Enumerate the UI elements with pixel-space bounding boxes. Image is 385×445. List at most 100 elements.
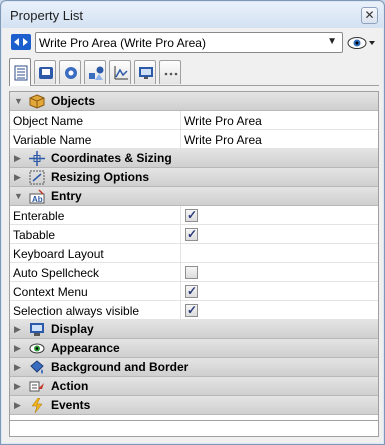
svg-text:Ab: Ab <box>32 195 43 204</box>
action-icon <box>29 381 44 392</box>
entry-icon: Ab <box>29 189 45 204</box>
collapsed-triangle-icon: ▶ <box>14 172 21 182</box>
property-grid: ▼ Objects Object Name Write Pro Area Var… <box>9 91 379 421</box>
collapsed-triangle-icon: ▶ <box>14 362 21 372</box>
group-label: Coordinates & Sizing <box>51 151 172 165</box>
check-icon: ✓ <box>187 284 198 298</box>
object-select[interactable]: Write Pro Area (Write Pro Area) ▼ <box>35 32 343 53</box>
check-icon: ✓ <box>187 303 198 317</box>
property-row-keyboard-layout[interactable]: Keyboard Layout <box>10 244 378 263</box>
group-label: Objects <box>51 94 96 108</box>
tab-disk[interactable] <box>34 60 56 84</box>
property-list-icon <box>14 65 28 81</box>
property-label: Variable Name <box>13 133 92 147</box>
gear-icon <box>65 67 77 79</box>
tab-property-list[interactable] <box>9 58 31 86</box>
resizing-icon <box>29 170 45 185</box>
property-label: Object Name <box>13 114 84 128</box>
group-entry[interactable]: ▼ Ab Entry <box>10 187 378 206</box>
close-button[interactable]: ✕ <box>361 7 378 24</box>
group-events[interactable]: ▶ Events <box>10 396 378 415</box>
property-list-window: Property List ✕ Write Pro Area (Write Pr… <box>0 0 385 445</box>
selection-visible-checkbox[interactable]: ✓ <box>185 303 198 317</box>
tab-monitor[interactable] <box>134 60 156 84</box>
window-title: Property List <box>10 8 83 23</box>
disk-icon <box>39 67 53 79</box>
appearance-eye-icon <box>29 343 45 354</box>
paint-bucket-icon <box>30 360 44 374</box>
collapsed-triangle-icon: ▶ <box>14 343 21 353</box>
property-row-auto-spellcheck[interactable]: Auto Spellcheck <box>10 263 378 282</box>
group-label: Appearance <box>51 341 120 355</box>
group-label: Action <box>51 379 89 393</box>
tab-bar <box>9 58 379 86</box>
object-name-value: Write Pro Area <box>184 114 262 128</box>
chevron-down-icon: ▼ <box>327 36 337 47</box>
group-display[interactable]: ▶ Display <box>10 320 378 339</box>
eye-menu-button[interactable] <box>347 33 377 53</box>
object-select-value: Write Pro Area (Write Pro Area) <box>39 36 206 50</box>
auto-spellcheck-checkbox[interactable] <box>185 266 198 279</box>
title-bar[interactable]: Property List ✕ <box>2 2 383 28</box>
tab-more[interactable] <box>159 60 181 84</box>
expanded-triangle-icon: ▼ <box>14 191 23 201</box>
tab-shapes[interactable] <box>84 60 106 84</box>
group-objects[interactable]: ▼ Objects <box>10 92 378 111</box>
cube-icon <box>29 94 45 109</box>
property-label: Enterable <box>13 209 65 223</box>
group-action[interactable]: ▶ Action <box>10 377 378 396</box>
property-value: ✓ <box>180 282 378 300</box>
property-value <box>180 263 378 281</box>
tab-gear[interactable] <box>59 60 81 84</box>
property-value[interactable] <box>180 244 378 262</box>
tab-graph[interactable] <box>109 60 131 84</box>
group-background-border[interactable]: ▶ Background and Border <box>10 358 378 377</box>
description-area <box>9 421 379 437</box>
group-label: Background and Border <box>51 360 189 374</box>
shapes-icon <box>89 66 104 80</box>
check-icon: ✓ <box>187 227 198 241</box>
collapsed-triangle-icon: ▶ <box>14 381 21 391</box>
collapsed-triangle-icon: ▶ <box>14 153 21 163</box>
property-value[interactable]: Write Pro Area <box>180 130 378 148</box>
group-coordinates-sizing[interactable]: ▶ Coordinates & Sizing <box>10 149 378 168</box>
monitor-icon <box>139 67 153 79</box>
object-selector-row: Write Pro Area (Write Pro Area) ▼ <box>9 32 379 54</box>
display-icon <box>30 323 44 336</box>
property-label: Context Menu <box>13 285 88 299</box>
check-icon: ✓ <box>187 208 198 222</box>
property-row-enterable[interactable]: Enterable ✓ <box>10 206 378 225</box>
enterable-checkbox[interactable]: ✓ <box>185 208 198 222</box>
group-label: Entry <box>51 189 82 203</box>
tabable-checkbox[interactable]: ✓ <box>185 227 198 241</box>
group-appearance[interactable]: ▶ Appearance <box>10 339 378 358</box>
property-label: Auto Spellcheck <box>13 266 100 280</box>
group-label: Events <box>51 398 91 412</box>
property-value[interactable]: Write Pro Area <box>180 111 378 129</box>
property-value: ✓ <box>180 206 378 224</box>
context-menu-checkbox[interactable]: ✓ <box>185 284 198 298</box>
group-label: Resizing Options <box>51 170 150 184</box>
coordinates-icon <box>29 151 45 166</box>
property-value: ✓ <box>180 225 378 243</box>
eye-icon <box>347 37 375 49</box>
group-label: Display <box>51 322 94 336</box>
property-row-selection-visible[interactable]: Selection always visible ✓ <box>10 301 378 320</box>
lightning-icon <box>31 398 43 413</box>
collapsed-triangle-icon: ▶ <box>14 400 21 410</box>
property-row-context-menu[interactable]: Context Menu ✓ <box>10 282 378 301</box>
property-label: Tabable <box>13 228 56 242</box>
expanded-triangle-icon: ▼ <box>14 96 23 106</box>
more-icon <box>164 72 178 76</box>
property-label: Selection always visible <box>13 304 140 318</box>
group-resizing-options[interactable]: ▶ Resizing Options <box>10 168 378 187</box>
property-row-variable-name[interactable]: Variable Name Write Pro Area <box>10 130 378 149</box>
object-navigation-icon[interactable] <box>11 34 31 50</box>
property-value: ✓ <box>180 301 378 319</box>
variable-name-value: Write Pro Area <box>184 133 262 147</box>
collapsed-triangle-icon: ▶ <box>14 324 21 334</box>
property-row-tabable[interactable]: Tabable ✓ <box>10 225 378 244</box>
graph-icon <box>114 66 128 80</box>
property-row-object-name[interactable]: Object Name Write Pro Area <box>10 111 378 130</box>
property-label: Keyboard Layout <box>13 247 104 261</box>
